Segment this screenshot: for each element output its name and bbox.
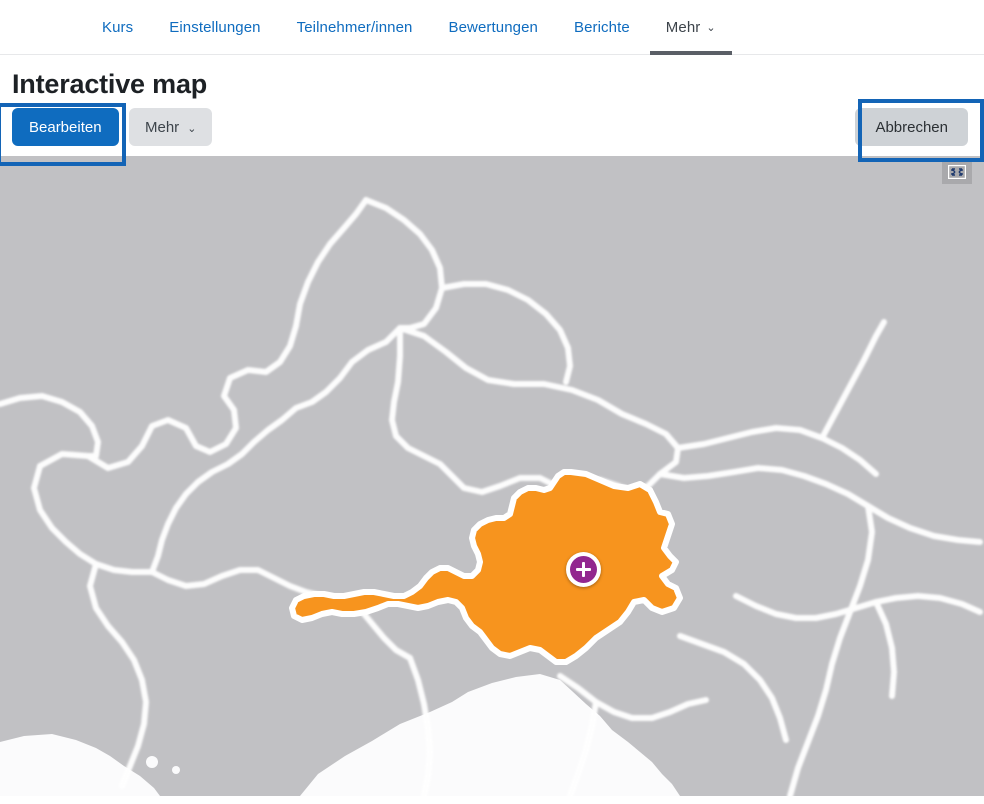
nav-item-teilnehmer[interactable]: Teilnehmer/innen: [279, 0, 431, 54]
course-nav-items: Kurs Einstellungen Teilnehmer/innen Bewe…: [0, 0, 734, 55]
chevron-down-icon: ⌄: [187, 122, 197, 135]
interactive-map[interactable]: [0, 156, 984, 796]
nav-item-label: Bewertungen: [448, 18, 538, 36]
more-button[interactable]: Mehr ⌄: [129, 108, 213, 146]
add-marker-icon[interactable]: [566, 552, 601, 587]
nav-item-mehr[interactable]: Mehr ⌄: [648, 0, 734, 55]
nav-item-label: Mehr: [665, 18, 701, 36]
nav-item-label: Einstellungen: [169, 18, 261, 36]
edit-button-label: Bearbeiten: [29, 118, 102, 136]
nav-item-label: Teilnehmer/innen: [296, 18, 413, 36]
fullscreen-icon: [948, 165, 966, 179]
chevron-down-icon: ⌄: [706, 21, 716, 34]
course-nav-bar: Kurs Einstellungen Teilnehmer/innen Bewe…: [0, 0, 984, 55]
nav-item-label: Berichte: [573, 18, 630, 36]
nav-item-kurs[interactable]: Kurs: [84, 0, 151, 54]
plus-vertical: [581, 562, 586, 577]
nav-item-berichte[interactable]: Berichte: [556, 0, 648, 54]
page-title: Interactive map: [12, 69, 208, 99]
cancel-button-label: Abbrechen: [875, 118, 948, 136]
more-button-label: Mehr: [145, 118, 180, 136]
fullscreen-button[interactable]: [942, 160, 972, 184]
nav-item-einstellungen[interactable]: Einstellungen: [151, 0, 278, 54]
cancel-button[interactable]: Abbrechen: [855, 108, 968, 146]
action-toolbar: Bearbeiten Mehr ⌄ Abbrechen: [0, 100, 984, 156]
map-canvas: [0, 156, 984, 796]
nav-item-bewertungen[interactable]: Bewertungen: [430, 0, 556, 54]
nav-item-label: Kurs: [102, 18, 134, 36]
edit-button[interactable]: Bearbeiten: [12, 108, 119, 146]
